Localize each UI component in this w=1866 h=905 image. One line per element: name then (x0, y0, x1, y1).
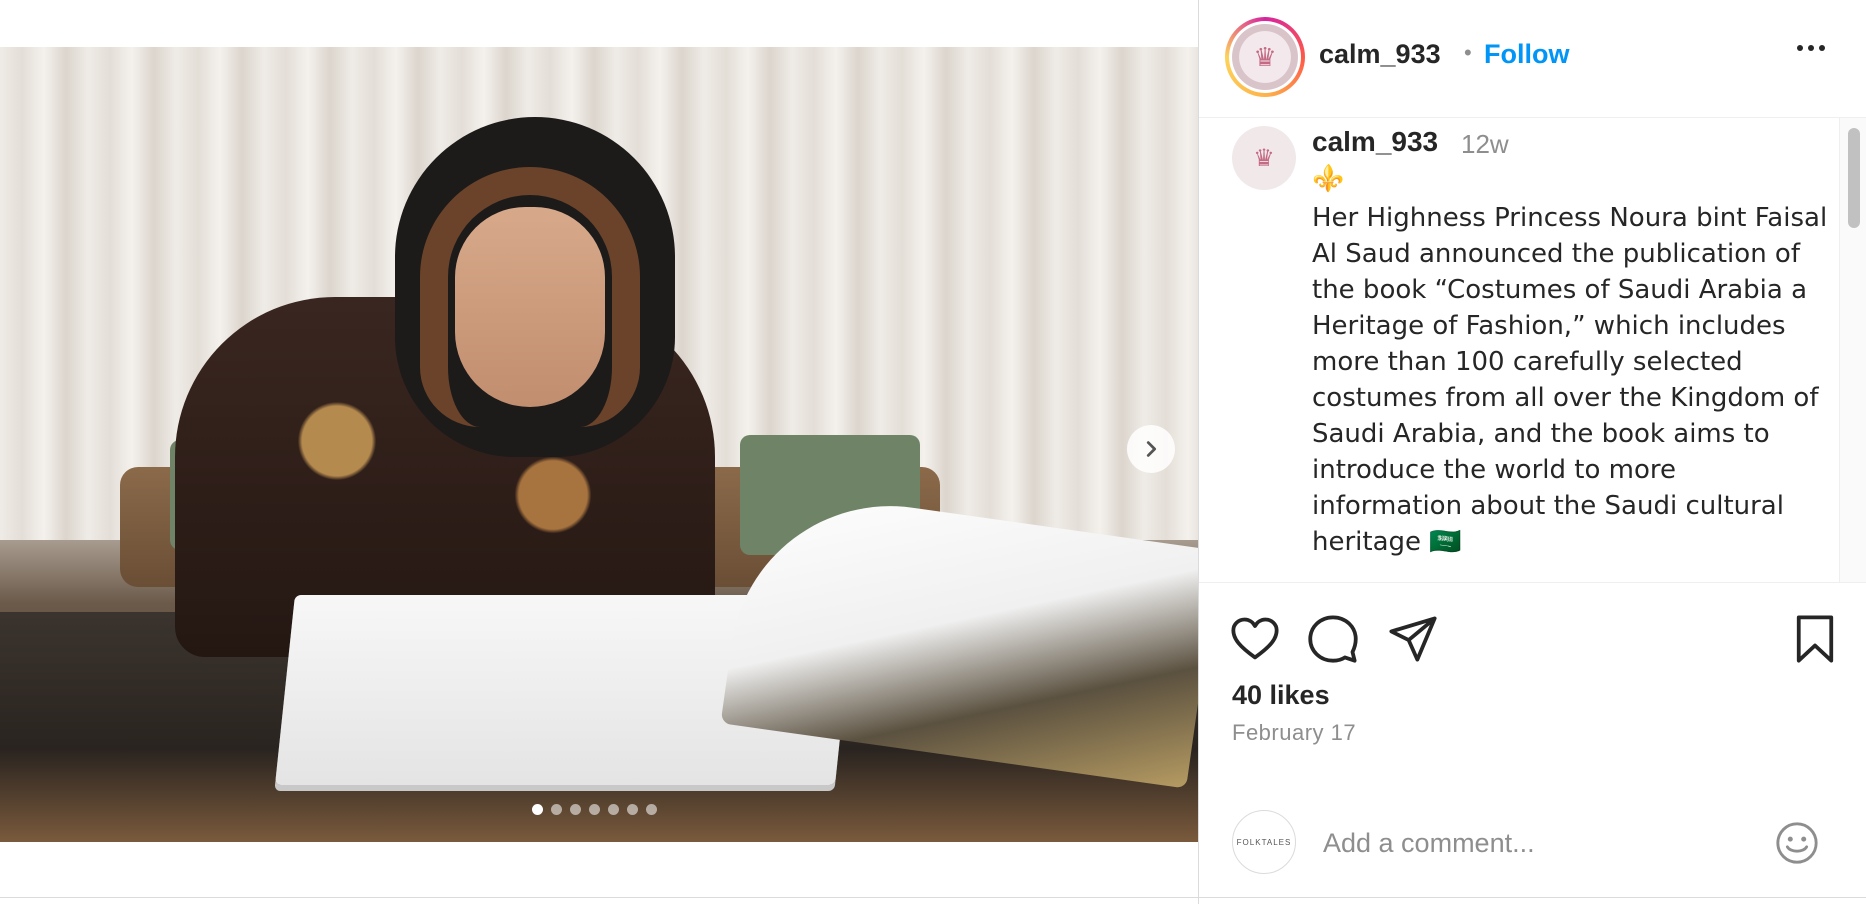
caption-text: Her Highness Princess Noura bint Faisal … (1312, 203, 1828, 557)
carousel-dots (532, 804, 657, 815)
chevron-right-icon (1146, 441, 1157, 457)
likes-count[interactable]: 40 likes (1232, 680, 1330, 711)
header-username[interactable]: calm_933 (1319, 39, 1441, 70)
carousel-dot[interactable] (627, 804, 638, 815)
commenter-avatar: FOLKTALES (1232, 810, 1296, 874)
more-options-icon[interactable] (1797, 45, 1825, 51)
photo-person-face (455, 207, 605, 407)
bookmark-icon (1796, 615, 1834, 663)
carousel-dot[interactable] (551, 804, 562, 815)
heart-icon (1231, 617, 1279, 660)
carousel-dot[interactable] (608, 804, 619, 815)
smiley-icon (1776, 822, 1818, 864)
post-actions: 40 likes February 17 FOLKTALES (1199, 582, 1866, 905)
comment-button[interactable] (1307, 613, 1359, 665)
caption-area: ♛ calm_933 12w ⚜️ Her Highness Princess … (1199, 118, 1839, 582)
send-icon (1389, 616, 1437, 662)
fleur-de-lis-emoji: ⚜️ (1312, 163, 1345, 193)
comment-icon (1308, 615, 1358, 663)
caption-timestamp[interactable]: 12w (1461, 129, 1509, 160)
carousel-dot[interactable] (570, 804, 581, 815)
follow-button[interactable]: Follow (1484, 39, 1569, 70)
comment-input[interactable] (1321, 817, 1745, 869)
carousel-dot[interactable] (532, 804, 543, 815)
carousel-dot[interactable] (646, 804, 657, 815)
carousel-dot[interactable] (589, 804, 600, 815)
caption-avatar[interactable]: ♛ (1232, 126, 1296, 190)
share-button[interactable] (1387, 613, 1439, 665)
post-photo[interactable] (0, 47, 1198, 842)
crown-emblem-icon: ♛ (1232, 24, 1298, 90)
caption-scrollbar[interactable] (1839, 118, 1866, 582)
emoji-button[interactable] (1774, 820, 1820, 866)
post-header: ♛ calm_933 • Follow (1199, 0, 1866, 118)
comment-bar: FOLKTALES (1199, 795, 1866, 905)
story-ring-avatar[interactable]: ♛ (1225, 17, 1305, 97)
header-separator: • (1464, 40, 1472, 65)
save-button[interactable] (1789, 613, 1841, 665)
scrollbar-thumb[interactable] (1848, 128, 1860, 228)
post-date[interactable]: February 17 (1232, 720, 1356, 746)
post-sidebar: ♛ calm_933 • Follow ♛ calm_933 12w ⚜️ He… (1198, 0, 1866, 904)
like-button[interactable] (1229, 613, 1281, 665)
bottom-divider (0, 897, 1866, 898)
caption-username[interactable]: calm_933 (1312, 126, 1438, 158)
carousel-next-button[interactable] (1127, 425, 1175, 473)
media-column (0, 0, 1198, 904)
